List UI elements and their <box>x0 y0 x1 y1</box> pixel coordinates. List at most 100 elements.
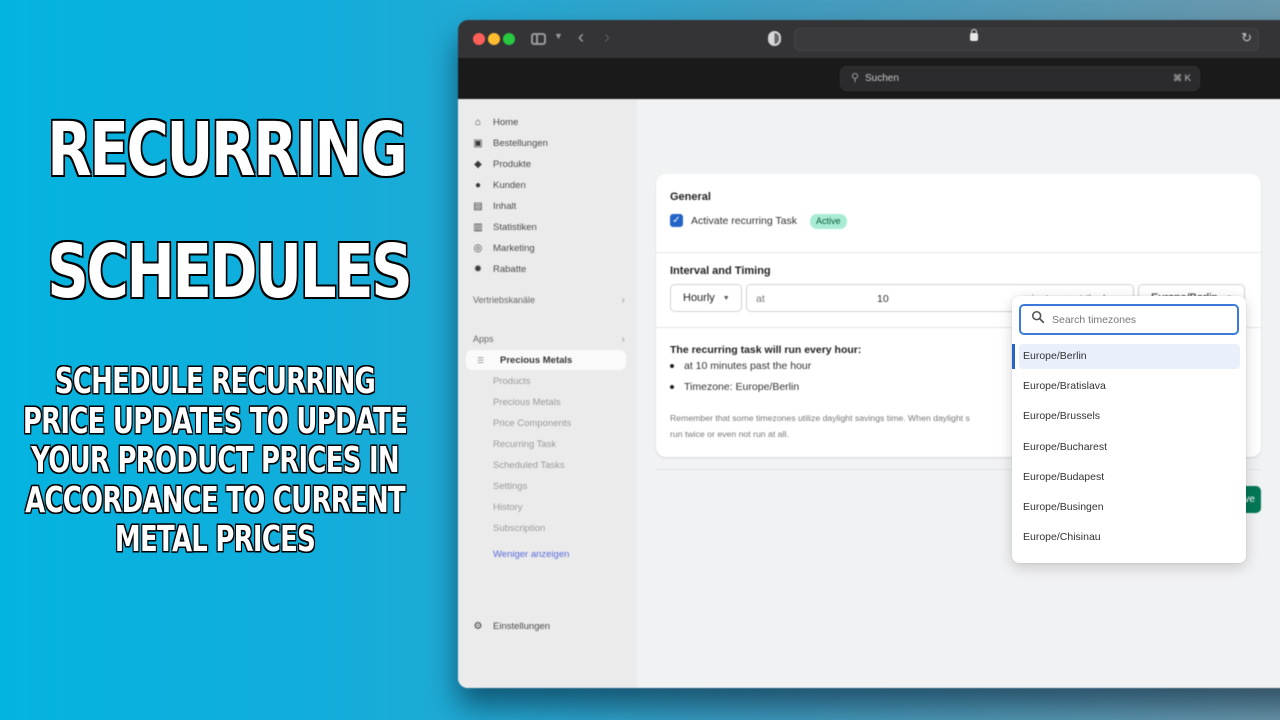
app-icon: ☰ <box>477 355 485 365</box>
divider <box>656 252 1261 253</box>
discount-icon: ✹ <box>473 263 483 275</box>
timezone-option[interactable]: Europe/Budapest <box>1019 465 1240 490</box>
summary-item-text: at 10 minutes past the hour <box>684 360 812 372</box>
sidebar-subitem-history[interactable]: History <box>493 502 523 513</box>
content-icon: ▤ <box>473 200 483 212</box>
tag-icon: ◆ <box>474 158 482 170</box>
sidebar-toggle-icon[interactable] <box>531 33 546 45</box>
summary-item-text: Timezone: Europe/Berlin <box>684 381 800 393</box>
minute-value: 10 <box>877 293 889 305</box>
sidebar-subitem-scheduled-tasks[interactable]: Scheduled Tasks <box>493 460 565 471</box>
back-icon[interactable]: ‹ <box>578 27 584 48</box>
bullet-icon <box>670 364 674 368</box>
sidebar-subitem-products[interactable]: Products <box>493 376 531 387</box>
sidebar-item-label: Marketing <box>493 242 535 254</box>
sidebar-item-label: Kunden <box>493 179 526 191</box>
bar-chart-icon: ▥ <box>473 221 483 233</box>
promo-subtitle-line: METAL PRICES <box>114 519 316 560</box>
promo-title-line1: RECURRING <box>46 106 409 195</box>
sidebar-item-customers[interactable]: ● Kunden <box>472 176 526 194</box>
promo-subtitle: SCHEDULE RECURRING PRICE UPDATES TO UPDA… <box>0 362 431 560</box>
sidebar-item-settings[interactable]: ⚙ Einstellungen <box>472 617 551 635</box>
bullet-icon <box>670 385 674 389</box>
timezone-option[interactable]: Europe/Bratislava <box>1019 374 1240 399</box>
minimize-window-button[interactable] <box>488 33 500 45</box>
home-icon: ⌂ <box>474 116 482 128</box>
sidebar-item-analytics[interactable]: ▥ Statistiken <box>472 218 537 236</box>
promo-title-line2: SCHEDULES <box>46 228 414 317</box>
activate-checkbox[interactable]: ✓ <box>670 214 683 227</box>
summary-item: Timezone: Europe/Berlin <box>670 381 799 393</box>
summary-title: The recurring task will run every hour: <box>670 344 862 356</box>
admin-topbar: ⚲ Suchen ⌘ K <box>458 58 1280 99</box>
dst-note: Remember that some timezones utilize day… <box>670 410 1020 442</box>
address-bar[interactable]: ↻ <box>794 28 1259 51</box>
sidebar-section-apps[interactable]: Apps › <box>473 334 625 345</box>
timezone-option[interactable]: Europe/Chisinau <box>1019 525 1240 550</box>
search-shortcut: ⌘ K <box>1173 73 1191 83</box>
forward-icon[interactable]: › <box>604 27 610 48</box>
caret-down-icon: ▼ <box>722 294 730 302</box>
chevron-down-icon[interactable]: ▼ <box>554 31 563 41</box>
status-badge: Active <box>810 214 847 229</box>
chevron-right-icon: › <box>621 295 625 306</box>
activate-label[interactable]: Activate recurring Task <box>691 215 797 227</box>
dst-note-line: Remember that some timezones utilize day… <box>670 413 970 423</box>
sidebar-item-label: Inhalt <box>493 200 517 212</box>
interval-select[interactable]: Hourly ▼ <box>670 284 742 312</box>
timezone-search-placeholder: Search timezones <box>1052 314 1137 326</box>
target-icon: ◎ <box>473 242 483 254</box>
reload-icon[interactable]: ↻ <box>1241 30 1252 46</box>
sidebar-item-orders[interactable]: ▣ Bestellungen <box>472 134 548 152</box>
dst-note-line: run twice or even not run at all. <box>670 429 789 439</box>
chevron-right-icon: › <box>621 334 625 345</box>
sidebar-subitem-price-components[interactable]: Price Components <box>493 418 571 429</box>
timezone-option[interactable]: Europe/Brussels <box>1019 404 1240 429</box>
sidebar-subitem-settings[interactable]: Settings <box>493 481 527 492</box>
timezone-option[interactable]: Europe/Bucharest <box>1019 435 1240 460</box>
sidebar-item-label: Bestellungen <box>493 137 548 149</box>
sidebar-item-home[interactable]: ⌂ Home <box>472 113 518 131</box>
sidebar-subitem-subscription[interactable]: Subscription <box>493 523 545 534</box>
show-less-link[interactable]: Weniger anzeigen <box>493 549 569 560</box>
general-heading: General <box>670 191 711 203</box>
sidebar-item-label: Statistiken <box>493 221 537 233</box>
promo-panel: RECURRING SCHEDULES SCHEDULE RECURRING P… <box>0 90 430 560</box>
shield-icon[interactable] <box>768 31 781 46</box>
sidebar-item-label: Produkte <box>493 158 532 170</box>
sidebar-item-precious-metals-app[interactable]: ☰ Precious Metals <box>466 350 626 370</box>
promo-subtitle-line: ACCORDANCE TO CURRENT <box>25 479 406 521</box>
timezone-search-input[interactable]: Search timezones <box>1019 304 1239 335</box>
maximize-window-button[interactable] <box>503 33 515 45</box>
promo-subtitle-line: PRICE UPDATES TO UPDATE <box>22 400 408 442</box>
sidebar-item-label: Rabatte <box>493 263 527 275</box>
sidebar-item-products[interactable]: ◆ Produkte <box>472 155 531 173</box>
lock-icon <box>970 29 978 41</box>
sidebar: ⌂ Home ▣ Bestellungen ◆ Produkte ● Kunde… <box>458 99 637 688</box>
timezone-option[interactable]: Europe/Busingen <box>1019 495 1240 520</box>
timezone-option[interactable]: Europe/Berlin <box>1019 344 1240 369</box>
timezone-dropdown: Search timezones Europe/Berlin Europe/Br… <box>1012 296 1246 563</box>
inbox-icon: ▣ <box>473 137 483 149</box>
sidebar-item-label: Precious Metals <box>500 354 573 366</box>
search-icon: ⚲ <box>851 72 860 84</box>
interval-heading: Interval and Timing <box>670 265 771 277</box>
search-placeholder: Suchen <box>865 73 899 84</box>
sidebar-subitem-recurring-task[interactable]: Recurring Task <box>493 439 556 450</box>
browser-titlebar: ▼ ‹ › ↻ <box>458 20 1280 58</box>
close-window-button[interactable] <box>473 33 485 45</box>
sidebar-item-content[interactable]: ▤ Inhalt <box>472 197 516 215</box>
sidebar-subitem-precious-metals[interactable]: Precious Metals <box>493 397 561 408</box>
gear-icon: ⚙ <box>473 620 483 632</box>
section-label: Apps <box>473 334 494 344</box>
promo-subtitle-line: YOUR PRODUCT PRICES IN <box>31 440 399 481</box>
sidebar-item-discounts[interactable]: ✹ Rabatte <box>472 260 526 278</box>
sidebar-section-sales-channels[interactable]: Vertriebskanäle › <box>473 295 625 306</box>
search-icon <box>1031 310 1045 324</box>
minute-prefix: at <box>756 293 765 305</box>
admin-search-input[interactable]: ⚲ Suchen ⌘ K <box>840 66 1200 91</box>
selected-indicator <box>1012 344 1015 369</box>
sidebar-item-marketing[interactable]: ◎ Marketing <box>472 239 535 257</box>
summary-item: at 10 minutes past the hour <box>670 360 811 372</box>
interval-value: Hourly <box>683 292 715 304</box>
